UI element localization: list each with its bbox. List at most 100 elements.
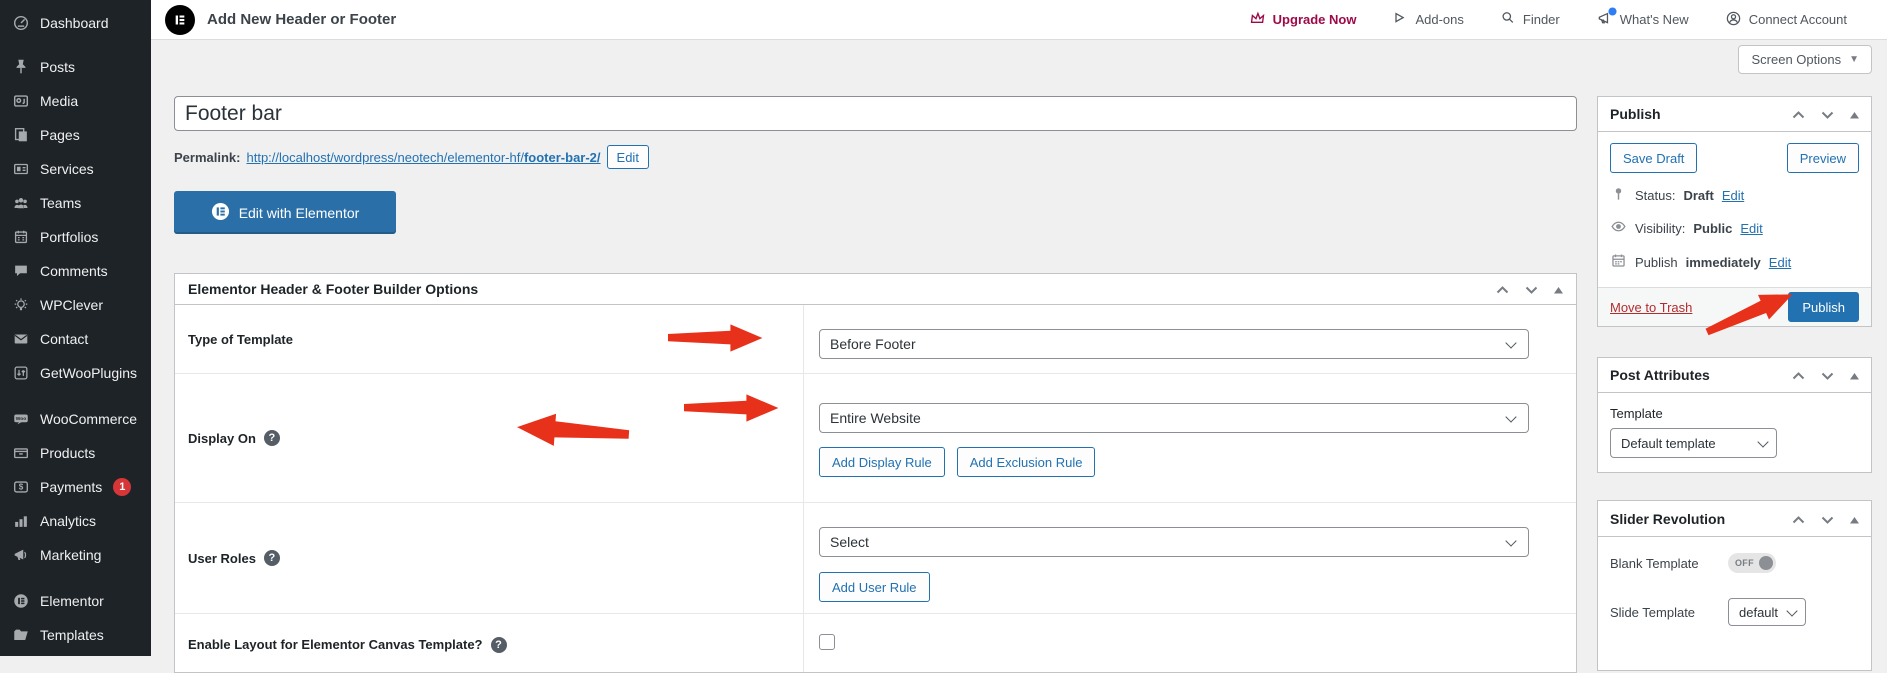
- slide-template-select[interactable]: default: [1728, 598, 1806, 626]
- sidebar-item-elementor[interactable]: Elementor: [0, 584, 151, 618]
- post-title-input[interactable]: [174, 96, 1577, 131]
- elementor-logo: [165, 5, 195, 35]
- toggle-panel-icon[interactable]: [1554, 281, 1563, 297]
- sidebar-item-portfolios[interactable]: Portfolios: [0, 220, 151, 254]
- permalink-label: Permalink:: [174, 150, 240, 165]
- template-select[interactable]: Default template: [1610, 428, 1777, 458]
- blank-template-toggle[interactable]: OFF: [1728, 553, 1776, 573]
- screen-options-button[interactable]: Screen Options ▼: [1738, 45, 1872, 74]
- sidebar-item-marketing[interactable]: Marketing: [0, 538, 151, 572]
- sidebar-item-comments[interactable]: Comments: [0, 254, 151, 288]
- type-of-template-select[interactable]: Before Footer: [819, 329, 1529, 359]
- sidebar-item-wpclever[interactable]: WPClever: [0, 288, 151, 322]
- sidebar-item-dashboard[interactable]: Dashboard: [0, 6, 151, 40]
- pages-icon: [11, 125, 31, 145]
- edit-with-elementor-button[interactable]: Edit with Elementor: [174, 191, 396, 234]
- row-type-of-template: Type of Template Before Footer: [175, 305, 1576, 373]
- publish-button[interactable]: Publish: [1788, 292, 1859, 322]
- media-icon: [11, 91, 31, 111]
- calendar-grid-icon: [11, 227, 31, 247]
- chevron-down-icon: [1505, 535, 1516, 546]
- sidebar-item-services[interactable]: Services: [0, 152, 151, 186]
- move-up-icon[interactable]: [1792, 367, 1805, 383]
- sidebar-item-woocommerce[interactable]: Woo WooCommerce: [0, 402, 151, 436]
- elementor-icon: [11, 591, 31, 611]
- canvas-template-checkbox[interactable]: [819, 634, 835, 650]
- add-exclusion-rule-button[interactable]: Add Exclusion Rule: [957, 447, 1096, 477]
- add-user-rule-button[interactable]: Add User Rule: [819, 572, 930, 602]
- toggle-panel-icon[interactable]: [1850, 106, 1859, 122]
- groups-icon: [11, 193, 31, 213]
- row-canvas-template: Enable Layout for Elementor Canvas Templ…: [175, 613, 1576, 673]
- sidebar-item-getwooplugins[interactable]: GetWooPlugins: [0, 356, 151, 390]
- id-card-icon: [11, 159, 31, 179]
- canvas-help-icon[interactable]: ?: [491, 637, 507, 653]
- editor-side-column: Publish Save Draft Preview Status: Draft…: [1597, 96, 1872, 671]
- sidebar-item-payments[interactable]: $ Payments 1: [0, 470, 151, 504]
- user-roles-select[interactable]: Select: [819, 527, 1529, 557]
- upgrade-now-button[interactable]: Upgrade Now: [1249, 10, 1357, 30]
- visibility-edit-link[interactable]: Edit: [1740, 221, 1762, 236]
- whats-new-button[interactable]: What's New: [1596, 10, 1689, 30]
- move-up-icon[interactable]: [1496, 281, 1509, 297]
- schedule-edit-link[interactable]: Edit: [1769, 255, 1791, 270]
- toggle-panel-icon[interactable]: [1850, 367, 1859, 383]
- calendar-icon: [1610, 252, 1627, 272]
- connect-account-button[interactable]: Connect Account: [1725, 10, 1847, 30]
- add-display-rule-button[interactable]: Add Display Rule: [819, 447, 945, 477]
- permalink-row: Permalink: http://localhost/wordpress/ne…: [174, 145, 1577, 169]
- elementor-button-icon: [211, 202, 230, 224]
- template-label: Template: [1610, 406, 1859, 421]
- elementor-top-bar: Add New Header or Footer Upgrade Now Add…: [151, 0, 1887, 40]
- display-on-select[interactable]: Entire Website: [819, 403, 1529, 433]
- caret-down-icon: ▼: [1849, 54, 1859, 65]
- svg-text:$: $: [19, 483, 24, 492]
- folder-icon: [11, 625, 31, 645]
- visibility-row: Visibility: Public Edit: [1610, 218, 1859, 238]
- sidebar-item-posts[interactable]: Posts: [0, 50, 151, 84]
- addons-icon: [1392, 10, 1408, 29]
- sidebar-item-media[interactable]: Media: [0, 84, 151, 118]
- sidebar-item-pages[interactable]: Pages: [0, 118, 151, 152]
- pushpin-icon: [11, 57, 31, 77]
- toggle-knob: [1759, 556, 1773, 570]
- sidebar-item-teams[interactable]: Teams: [0, 186, 151, 220]
- slider-revolution-title: Slider Revolution: [1610, 511, 1725, 527]
- row-user-roles: User Roles ? Select Add User Rule: [175, 502, 1576, 613]
- move-down-icon[interactable]: [1821, 367, 1834, 383]
- account-icon: [1725, 10, 1742, 30]
- sidebar-item-templates[interactable]: Templates: [0, 618, 151, 652]
- admin-sidebar: Dashboard Posts Media Pages Services Tea…: [0, 0, 151, 656]
- post-attributes-title: Post Attributes: [1610, 367, 1710, 383]
- row-display-on: Display On ? Entire Website Add Display …: [175, 373, 1576, 502]
- preview-button[interactable]: Preview: [1787, 143, 1859, 173]
- finder-button[interactable]: Finder: [1500, 10, 1560, 29]
- permalink-edit-button[interactable]: Edit: [607, 145, 649, 169]
- move-down-icon[interactable]: [1821, 106, 1834, 122]
- move-up-icon[interactable]: [1792, 106, 1805, 122]
- sidebar-item-analytics[interactable]: Analytics: [0, 504, 151, 538]
- post-attributes-box: Post Attributes Template Default templat…: [1597, 357, 1872, 473]
- status-row: Status: Draft Edit: [1610, 185, 1859, 205]
- publish-box: Publish Save Draft Preview Status: Draft…: [1597, 96, 1872, 327]
- chevron-down-icon: [1505, 337, 1516, 348]
- permalink-link[interactable]: http://localhost/wordpress/neotech/eleme…: [246, 150, 600, 165]
- move-down-icon[interactable]: [1821, 511, 1834, 527]
- chevron-down-icon: [1505, 411, 1516, 422]
- addons-button[interactable]: Add-ons: [1392, 10, 1463, 29]
- page-title: Add New Header or Footer: [207, 11, 396, 28]
- comment-icon: [11, 261, 31, 281]
- arrows-updown-icon: [11, 363, 31, 383]
- user-roles-help-icon[interactable]: ?: [264, 550, 280, 566]
- sidebar-item-products[interactable]: Products: [0, 436, 151, 470]
- sidebar-item-contact[interactable]: Contact: [0, 322, 151, 356]
- dashboard-icon: [11, 13, 31, 33]
- display-on-help-icon[interactable]: ?: [264, 430, 280, 446]
- status-edit-link[interactable]: Edit: [1722, 188, 1744, 203]
- move-up-icon[interactable]: [1792, 511, 1805, 527]
- save-draft-button[interactable]: Save Draft: [1610, 143, 1697, 173]
- slide-template-row: Slide Template default: [1610, 598, 1859, 626]
- move-down-icon[interactable]: [1525, 281, 1538, 297]
- move-to-trash-link[interactable]: Move to Trash: [1610, 300, 1692, 315]
- toggle-panel-icon[interactable]: [1850, 511, 1859, 527]
